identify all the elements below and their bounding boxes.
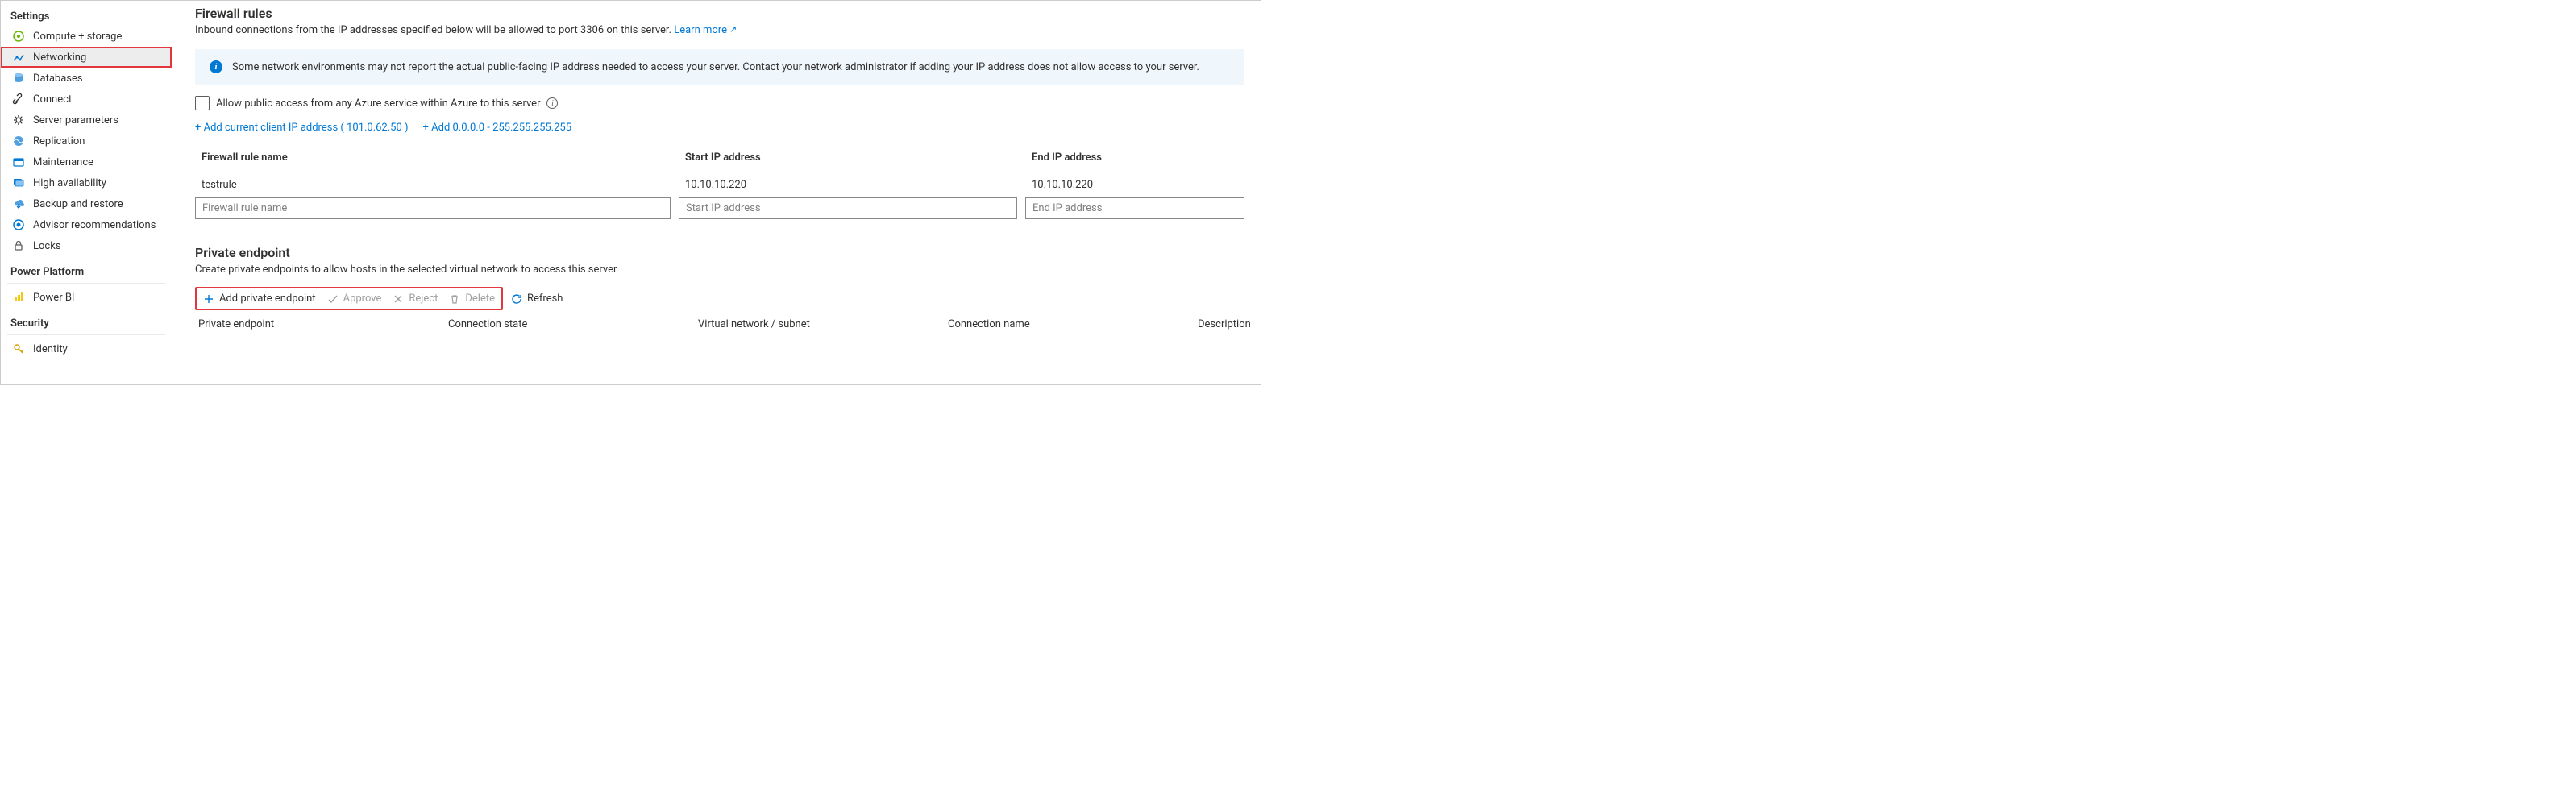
- gear-icon: [12, 114, 25, 126]
- trash-icon: [449, 293, 460, 305]
- firewall-table: Firewall rule name Start IP address End …: [195, 143, 1244, 219]
- rule-name-cell: testrule: [202, 179, 677, 191]
- sidebar-item-label: Backup and restore: [33, 198, 123, 210]
- networking-icon: [12, 51, 25, 64]
- refresh-label: Refresh: [527, 292, 563, 305]
- delete-label: Delete: [465, 292, 495, 305]
- add-ip-range-link[interactable]: + Add 0.0.0.0 - 255.255.255.255: [423, 122, 571, 134]
- col-rule-name: Firewall rule name: [202, 151, 677, 164]
- firewall-description-text: Inbound connections from the IP addresse…: [195, 24, 674, 36]
- plus-icon: [203, 293, 214, 305]
- sidebar-item-label: Server parameters: [33, 114, 118, 126]
- sidebar-item-label: Compute + storage: [33, 31, 122, 43]
- refresh-button[interactable]: Refresh: [511, 292, 563, 305]
- col-connection-name: Connection name: [948, 318, 1190, 330]
- add-pe-label: Add private endpoint: [219, 292, 316, 305]
- x-icon: [393, 293, 404, 305]
- add-private-endpoint-button[interactable]: Add private endpoint: [203, 292, 316, 305]
- main-content: Firewall rules Inbound connections from …: [172, 1, 1261, 384]
- sidebar-item-connect[interactable]: Connect: [1, 89, 172, 110]
- sidebar-item-locks[interactable]: Locks: [1, 235, 172, 256]
- private-endpoint-table-header: Private endpoint Connection state Virtua…: [195, 310, 1244, 332]
- add-client-ip-link[interactable]: + Add current client IP address ( 101.0.…: [195, 122, 409, 134]
- info-banner: i Some network environments may not repo…: [195, 49, 1244, 85]
- approve-label: Approve: [343, 292, 382, 305]
- sidebar-item-databases[interactable]: Databases: [1, 68, 172, 89]
- learn-more-link[interactable]: Learn more: [674, 24, 737, 36]
- rule-name-input[interactable]: [195, 197, 671, 219]
- allow-public-row: Allow public access from any Azure servi…: [195, 96, 1244, 110]
- sidebar-item-replication[interactable]: Replication: [1, 131, 172, 151]
- divider: [7, 283, 165, 284]
- sidebar-item-advisor[interactable]: Advisor recommendations: [1, 214, 172, 235]
- sidebar-item-label: Identity: [33, 343, 68, 355]
- private-endpoint-title: Private endpoint: [195, 245, 1244, 260]
- col-private-endpoint: Private endpoint: [198, 318, 440, 330]
- sidebar-item-label: Databases: [33, 73, 83, 85]
- sidebar-section-security: Security: [1, 313, 172, 333]
- ip-link-row: + Add current client IP address ( 101.0.…: [195, 122, 1244, 134]
- info-hint-icon[interactable]: i: [546, 97, 558, 109]
- sidebar: Settings Compute + storage Networking Da…: [1, 1, 172, 384]
- end-ip-input[interactable]: [1025, 197, 1244, 219]
- connect-icon: [12, 93, 25, 106]
- col-description: Description: [1198, 318, 1251, 330]
- rule-end-cell: 10.10.10.220: [1032, 179, 1238, 191]
- maintenance-icon: [12, 156, 25, 168]
- lock-icon: [12, 239, 25, 252]
- sidebar-item-label: Power BI: [33, 292, 74, 304]
- firewall-description: Inbound connections from the IP addresse…: [195, 24, 1244, 36]
- sidebar-item-server-parameters[interactable]: Server parameters: [1, 110, 172, 131]
- info-banner-text: Some network environments may not report…: [232, 61, 1199, 73]
- sidebar-section-power-platform: Power Platform: [1, 261, 172, 281]
- high-availability-icon: [12, 176, 25, 189]
- sidebar-item-backup-restore[interactable]: Backup and restore: [1, 193, 172, 214]
- compute-icon: [12, 30, 25, 43]
- sidebar-item-label: Networking: [33, 52, 86, 64]
- allow-public-checkbox[interactable]: [195, 96, 210, 110]
- firewall-input-row: [195, 197, 1244, 219]
- refresh-icon: [511, 293, 522, 305]
- sidebar-item-label: Locks: [33, 240, 61, 252]
- firewall-table-header: Firewall rule name Start IP address End …: [195, 143, 1244, 172]
- firewall-title: Firewall rules: [195, 6, 1244, 21]
- sidebar-item-label: Connect: [33, 93, 72, 106]
- sidebar-item-networking[interactable]: Networking: [1, 47, 172, 68]
- col-end-ip: End IP address: [1032, 151, 1238, 164]
- private-endpoint-description: Create private endpoints to allow hosts …: [195, 263, 1244, 276]
- sidebar-item-maintenance[interactable]: Maintenance: [1, 151, 172, 172]
- sidebar-item-powerbi[interactable]: Power BI: [1, 287, 172, 308]
- backup-icon: [12, 197, 25, 210]
- check-icon: [327, 293, 339, 305]
- firewall-rule-row: testrule 10.10.10.220 10.10.10.220: [195, 172, 1244, 197]
- replication-icon: [12, 135, 25, 147]
- advisor-icon: [12, 218, 25, 231]
- delete-button: Delete: [449, 292, 495, 305]
- rule-start-cell: 10.10.10.220: [685, 179, 1024, 191]
- sidebar-item-label: Advisor recommendations: [33, 219, 156, 231]
- sidebar-item-label: High availability: [33, 177, 106, 189]
- divider: [7, 334, 165, 335]
- info-icon: i: [210, 60, 222, 73]
- reject-button: Reject: [393, 292, 438, 305]
- reject-label: Reject: [409, 292, 438, 305]
- sidebar-item-label: Replication: [33, 135, 85, 147]
- private-endpoint-toolbar: Add private endpoint Approve Reject Dele…: [195, 287, 503, 310]
- allow-public-label: Allow public access from any Azure servi…: [216, 97, 540, 110]
- sidebar-item-high-availability[interactable]: High availability: [1, 172, 172, 193]
- sidebar-section-settings: Settings: [1, 6, 172, 26]
- powerbi-icon: [12, 291, 25, 304]
- col-vnet-subnet: Virtual network / subnet: [698, 318, 940, 330]
- database-icon: [12, 72, 25, 85]
- approve-button: Approve: [327, 292, 382, 305]
- sidebar-item-label: Maintenance: [33, 156, 93, 168]
- key-icon: [12, 342, 25, 355]
- sidebar-item-identity[interactable]: Identity: [1, 338, 172, 359]
- col-start-ip: Start IP address: [685, 151, 1024, 164]
- col-connection-state: Connection state: [448, 318, 690, 330]
- sidebar-item-compute[interactable]: Compute + storage: [1, 26, 172, 47]
- start-ip-input[interactable]: [679, 197, 1017, 219]
